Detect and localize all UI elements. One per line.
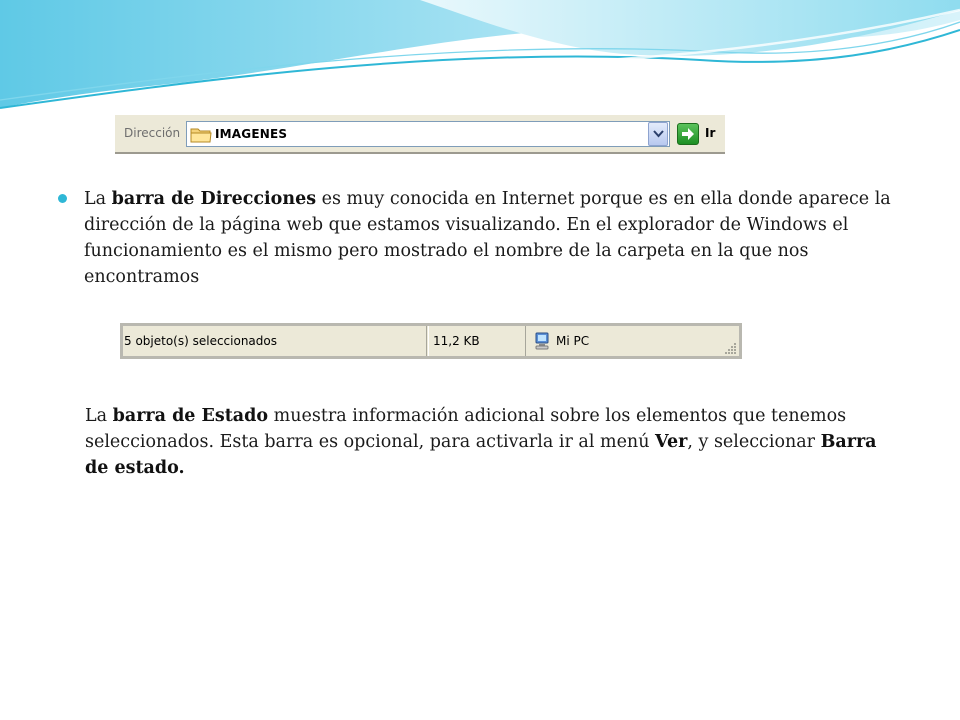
text-run: , y seleccionar	[687, 432, 821, 452]
status-bar-description: La barra de Estado muestra información a…	[85, 403, 885, 481]
address-field[interactable]: IMAGENES	[186, 121, 670, 147]
resize-grip-icon[interactable]	[725, 342, 737, 354]
selection-count: 5 objeto(s) seleccionados	[124, 334, 277, 348]
go-arrow-icon	[682, 128, 694, 140]
address-bar-description: La barra de Direcciones es muy conocida …	[84, 186, 904, 290]
address-value: IMAGENES	[215, 127, 288, 141]
selection-size: 11,2 KB	[433, 334, 480, 348]
address-label: Dirección	[124, 126, 181, 140]
status-location-cell: Mi PC	[526, 326, 736, 356]
bullet-point	[58, 194, 67, 203]
bold-term: barra de Direcciones	[111, 189, 317, 209]
dropdown-arrow-icon	[653, 130, 664, 138]
computer-icon	[535, 332, 549, 350]
text-run: La	[84, 189, 112, 209]
status-bar: 5 objeto(s) seleccionados 11,2 KB Mi PC	[120, 323, 742, 359]
address-dropdown-button[interactable]	[648, 122, 668, 146]
location-label: Mi PC	[556, 334, 590, 348]
go-button[interactable]	[677, 123, 699, 145]
address-bar: Dirección IMAGENES Ir	[115, 114, 725, 154]
status-size-cell: 11,2 KB	[428, 326, 526, 356]
text-run: La	[85, 406, 113, 426]
folder-icon	[190, 128, 212, 143]
header-wave-decoration	[0, 0, 960, 109]
bold-term: Ver	[655, 432, 688, 452]
status-selection-cell: 5 objeto(s) seleccionados	[123, 326, 427, 356]
go-label[interactable]: Ir	[705, 126, 715, 140]
bold-term: barra de Estado	[112, 406, 269, 426]
